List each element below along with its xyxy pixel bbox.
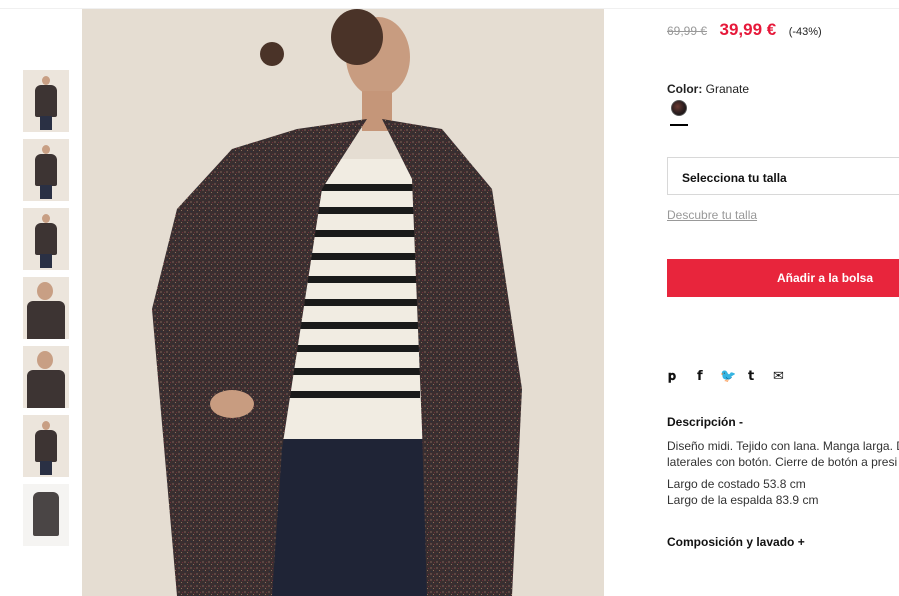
thumbnail-detail[interactable] — [23, 277, 69, 339]
mail-icon[interactable]: ✉ — [773, 369, 784, 384]
composition-toggle[interactable]: Composición y lavado + — [667, 535, 805, 549]
discount-badge: (-43%) — [788, 26, 822, 38]
swatch-selected-indicator — [670, 124, 688, 126]
description-text: Diseño midi. Tejido con lana. Manga larg… — [667, 438, 899, 470]
thumbnail-back[interactable] — [23, 208, 69, 270]
main-product-image[interactable] — [82, 9, 604, 596]
description-toggle[interactable]: Descripción - — [667, 415, 743, 429]
thumbnail-full-length[interactable] — [23, 139, 69, 201]
color-value: Granate — [705, 82, 750, 96]
size-guide-link[interactable]: Descubre tu talla — [667, 208, 757, 222]
thumbnail-gallery — [23, 70, 69, 553]
measure-back-length: Largo de la espalda 83.9 cm — [667, 493, 819, 507]
measure-side-length: Largo de costado 53.8 cm — [667, 477, 806, 491]
facebook-icon[interactable]: f — [697, 369, 703, 384]
color-info: Color: Granate — [667, 82, 749, 96]
description-line: laterales con botón. Cierre de botón a p… — [667, 455, 898, 469]
pinterest-icon[interactable]: 𝐩 — [668, 369, 676, 384]
tumblr-icon[interactable]: t — [748, 369, 754, 384]
price-row: 69,99 € 39,99 € (-43%) — [667, 20, 822, 40]
size-select[interactable]: Selecciona tu talla — [667, 157, 899, 195]
add-to-bag-button[interactable]: Añadir a la bolsa — [667, 259, 899, 297]
description-line: Diseño midi. Tejido con lana. Manga larg… — [667, 439, 899, 453]
color-swatch-granate[interactable] — [670, 100, 688, 126]
twitter-icon[interactable]: 🐦 — [720, 369, 736, 384]
thumbnail-front[interactable] — [23, 70, 69, 132]
color-label: Color: — [667, 82, 703, 96]
sale-price: 39,99 € — [719, 20, 777, 39]
measurements: Largo de costado 53.8 cm Largo de la esp… — [667, 476, 818, 508]
swatch-circle — [671, 100, 687, 116]
thumbnail-portrait[interactable] — [23, 346, 69, 408]
thumbnail-flat-lay[interactable] — [23, 484, 69, 546]
thumbnail-side[interactable] — [23, 415, 69, 477]
original-price: 69,99 € — [667, 24, 708, 38]
